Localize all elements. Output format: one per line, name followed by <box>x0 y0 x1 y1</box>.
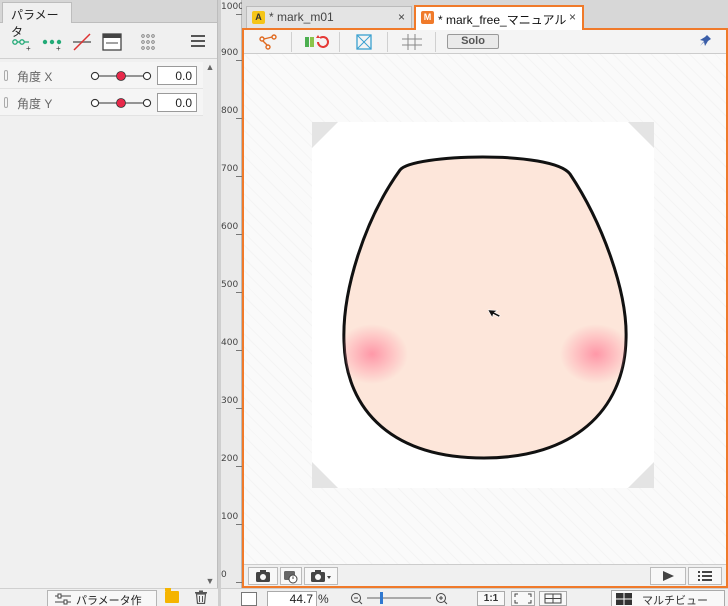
ruler-tick: 200 <box>221 454 242 467</box>
warp-grid-icon <box>356 34 372 50</box>
parameter-slider[interactable] <box>90 96 152 110</box>
timer-capture-button[interactable] <box>280 567 302 585</box>
solo-button[interactable]: Solo <box>447 34 499 49</box>
create-parameter-label: パラメータ作成 <box>76 595 142 606</box>
artboard <box>312 122 654 488</box>
tab-title: * mark_free_マニュアル <box>438 13 567 27</box>
ruler-tick: 500 <box>221 280 242 293</box>
scroll-down-icon[interactable]: ▼ <box>205 576 215 586</box>
parameter-slider[interactable] <box>90 69 152 83</box>
vertical-ruler: 1000 900 800 700 600 500 400 300 200 100… <box>221 0 244 588</box>
parameter-toolbar: + + <box>0 23 217 59</box>
layer-tool-button[interactable] <box>292 32 340 52</box>
play-button[interactable] <box>650 567 686 585</box>
scroll-up-icon[interactable]: ▲ <box>205 62 215 72</box>
warp-tool-button[interactable] <box>340 32 388 52</box>
model-editor: Solo <box>242 30 728 588</box>
editor-bottom-bar <box>244 564 726 586</box>
list-view-button[interactable] <box>688 567 722 585</box>
screenshot-button[interactable] <box>248 567 278 585</box>
editor-canvas[interactable] <box>244 54 726 564</box>
view-layout-icon[interactable] <box>539 591 567 606</box>
close-icon[interactable]: × <box>569 10 576 24</box>
tab-title: * mark_m01 <box>269 10 334 24</box>
zoom-unit: % <box>318 592 329 606</box>
parameter-name: 角度 Y <box>17 97 53 111</box>
face-shape <box>342 155 628 460</box>
svg-text:+: + <box>56 44 61 53</box>
menu-icon[interactable] <box>191 35 205 50</box>
pin-icon[interactable] <box>698 34 712 48</box>
param-window-icon[interactable] <box>100 30 122 52</box>
parameter-list: 角度 X 0.0 角度 Y 0.0 <box>0 62 204 116</box>
model-badge-icon: M <box>421 11 434 24</box>
parameter-row[interactable]: 角度 X 0.0 <box>0 62 204 89</box>
ruler-tick: 600 <box>221 222 242 235</box>
status-bar: 44.7 % 1:1 マルチビュー <box>221 588 728 606</box>
drag-handle-icon[interactable] <box>4 70 8 81</box>
ruler-tick: 700 <box>221 164 242 177</box>
multiview-dropdown[interactable]: マルチビュー <box>611 590 725 606</box>
actual-size-button[interactable]: 1:1 <box>477 591 505 606</box>
left-blush <box>343 324 408 384</box>
ruler-tick: 0 <box>221 570 242 583</box>
panel-tab-bar: パラメータ <box>0 0 217 39</box>
camera-icon <box>256 570 270 582</box>
add-param-3key-icon[interactable]: + <box>40 30 62 53</box>
parameter-value-field[interactable]: 0.0 <box>157 66 197 85</box>
grid-dots-icon[interactable] <box>136 30 158 52</box>
zoom-slider[interactable] <box>351 591 451 605</box>
parameter-scrollbar[interactable]: ▲ ▼ <box>203 60 217 588</box>
tab-parameters[interactable]: パラメータ <box>2 2 72 39</box>
refresh-layers-icon <box>305 35 329 48</box>
add-param-icon[interactable]: + <box>10 30 32 53</box>
capture-settings-button[interactable] <box>304 567 338 585</box>
ruler-tick: 800 <box>221 106 242 119</box>
ruler-tick: 400 <box>221 338 242 351</box>
create-parameter-button[interactable]: パラメータ作成 <box>47 590 157 606</box>
ruler-tick: 300 <box>221 396 242 409</box>
fit-view-icon[interactable] <box>511 591 535 606</box>
ruler-tick: 100 <box>221 512 242 525</box>
mesh-nodes-icon <box>259 34 277 50</box>
slider-settings-icon <box>55 593 71 605</box>
delete-param-icon[interactable] <box>70 30 92 52</box>
parameter-name: 角度 X <box>17 70 53 84</box>
close-icon[interactable]: × <box>398 10 405 24</box>
ruler-tick: 900 <box>221 48 242 61</box>
parameter-panel: パラメータ + + 角度 X 0.0 角度 Y 0.0 ▲ ▼ パラメータ作 <box>0 0 218 606</box>
svg-text:+: + <box>26 44 31 53</box>
tab-mark-free[interactable]: M * mark_free_マニュアル × <box>414 5 584 30</box>
model-badge-icon: A <box>252 11 265 24</box>
face-drawing <box>342 155 628 460</box>
play-icon <box>663 571 674 581</box>
folder-icon[interactable] <box>165 588 179 603</box>
grid-toggle-button[interactable] <box>388 32 436 52</box>
tab-mark-m01[interactable]: A * mark_m01 × <box>246 6 412 28</box>
multiview-icon <box>616 593 632 605</box>
cursor-icon <box>488 309 501 319</box>
deformer-tool-button[interactable] <box>244 32 292 52</box>
zoom-input[interactable]: 44.7 <box>267 591 317 606</box>
editor-toolbar: Solo <box>244 30 726 54</box>
camera-settings-icon <box>311 570 331 582</box>
document-tab-bar: A * mark_m01 × M * mark_free_マニュアル × <box>242 0 728 30</box>
background-color-swatch[interactable] <box>241 592 257 606</box>
multiview-label: マルチビュー <box>642 595 708 606</box>
parameter-footer: パラメータ作成 <box>0 588 218 606</box>
trash-icon[interactable] <box>194 590 208 604</box>
parameter-value-field[interactable]: 0.0 <box>157 93 197 112</box>
list-icon <box>698 571 712 581</box>
parameter-row[interactable]: 角度 Y 0.0 <box>0 89 204 116</box>
ruler-tick: 1000 <box>221 2 244 15</box>
app-window: パラメータ + + 角度 X 0.0 角度 Y 0.0 ▲ ▼ パラメータ作 1… <box>0 0 728 606</box>
grid-icon <box>402 34 422 50</box>
drag-handle-icon[interactable] <box>4 97 8 108</box>
camera-timer-icon <box>284 571 298 584</box>
